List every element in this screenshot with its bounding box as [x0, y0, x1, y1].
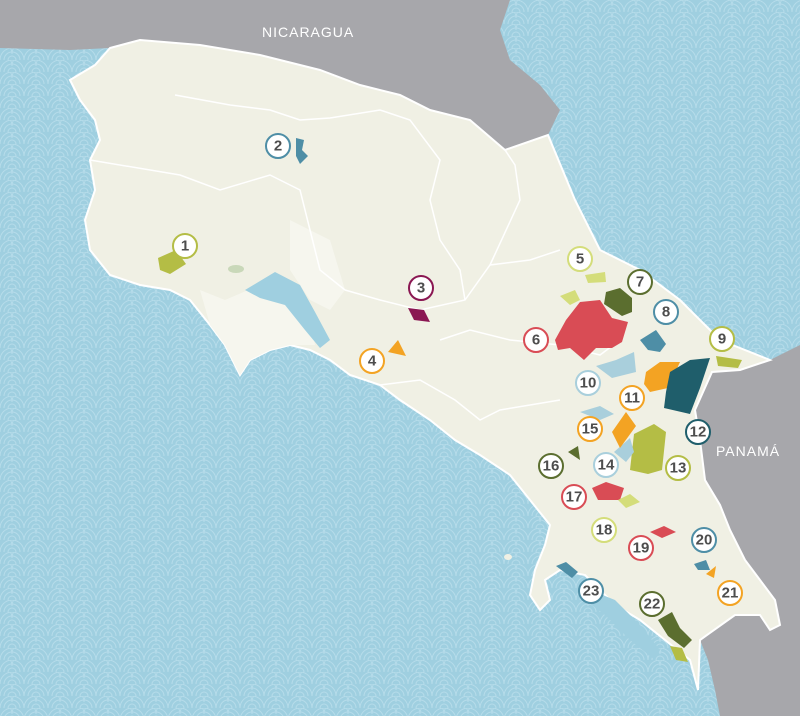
marker-7-label: 7: [636, 274, 644, 291]
marker-18[interactable]: 18: [591, 517, 617, 543]
marker-23-label: 23: [583, 583, 600, 600]
marker-10[interactable]: 10: [575, 370, 601, 396]
marker-20-label: 20: [696, 532, 713, 549]
marker-17[interactable]: 17: [561, 484, 587, 510]
marker-15-label: 15: [582, 421, 599, 438]
costa-rica-map: NICARAGUA PANAMÁ 1 2 3 4 5 6 7 8 9 10 11…: [0, 0, 800, 716]
marker-10-label: 10: [580, 375, 597, 392]
marker-23[interactable]: 23: [578, 578, 604, 604]
marker-9[interactable]: 9: [709, 326, 735, 352]
marker-13-label: 13: [670, 460, 687, 477]
country-label-nicaragua: NICARAGUA: [262, 24, 354, 40]
chira-island: [228, 265, 244, 273]
marker-5[interactable]: 5: [567, 246, 593, 272]
marker-19[interactable]: 19: [628, 535, 654, 561]
marker-9-label: 9: [718, 331, 726, 348]
marker-20[interactable]: 20: [691, 527, 717, 553]
marker-1[interactable]: 1: [172, 233, 198, 259]
marker-19-label: 19: [633, 540, 650, 557]
marker-8[interactable]: 8: [653, 299, 679, 325]
marker-12-label: 12: [690, 424, 707, 441]
marker-14-label: 14: [598, 457, 615, 474]
marker-18-label: 18: [596, 522, 613, 539]
marker-6[interactable]: 6: [523, 327, 549, 353]
marker-16-label: 16: [543, 458, 560, 475]
marker-13[interactable]: 13: [665, 455, 691, 481]
marker-22[interactable]: 22: [639, 591, 665, 617]
marker-15[interactable]: 15: [577, 416, 603, 442]
marker-6-label: 6: [532, 332, 540, 349]
country-label-panama: PANAMÁ: [716, 443, 780, 459]
cano-island: [504, 554, 512, 560]
marker-2-label: 2: [274, 138, 282, 155]
marker-7[interactable]: 7: [627, 269, 653, 295]
marker-1-label: 1: [181, 238, 189, 255]
marker-11[interactable]: 11: [619, 385, 645, 411]
marker-8-label: 8: [662, 304, 670, 321]
marker-16[interactable]: 16: [538, 453, 564, 479]
marker-17-label: 17: [566, 489, 583, 506]
marker-4[interactable]: 4: [359, 348, 385, 374]
marker-21[interactable]: 21: [717, 580, 743, 606]
marker-3[interactable]: 3: [408, 275, 434, 301]
marker-3-label: 3: [417, 280, 425, 297]
marker-4-label: 4: [368, 353, 377, 370]
marker-22-label: 22: [644, 596, 661, 613]
marker-11-label: 11: [624, 390, 640, 407]
marker-2[interactable]: 2: [265, 133, 291, 159]
marker-14[interactable]: 14: [593, 452, 619, 478]
marker-21-label: 21: [722, 585, 739, 602]
marker-5-label: 5: [576, 251, 584, 268]
marker-12[interactable]: 12: [685, 419, 711, 445]
